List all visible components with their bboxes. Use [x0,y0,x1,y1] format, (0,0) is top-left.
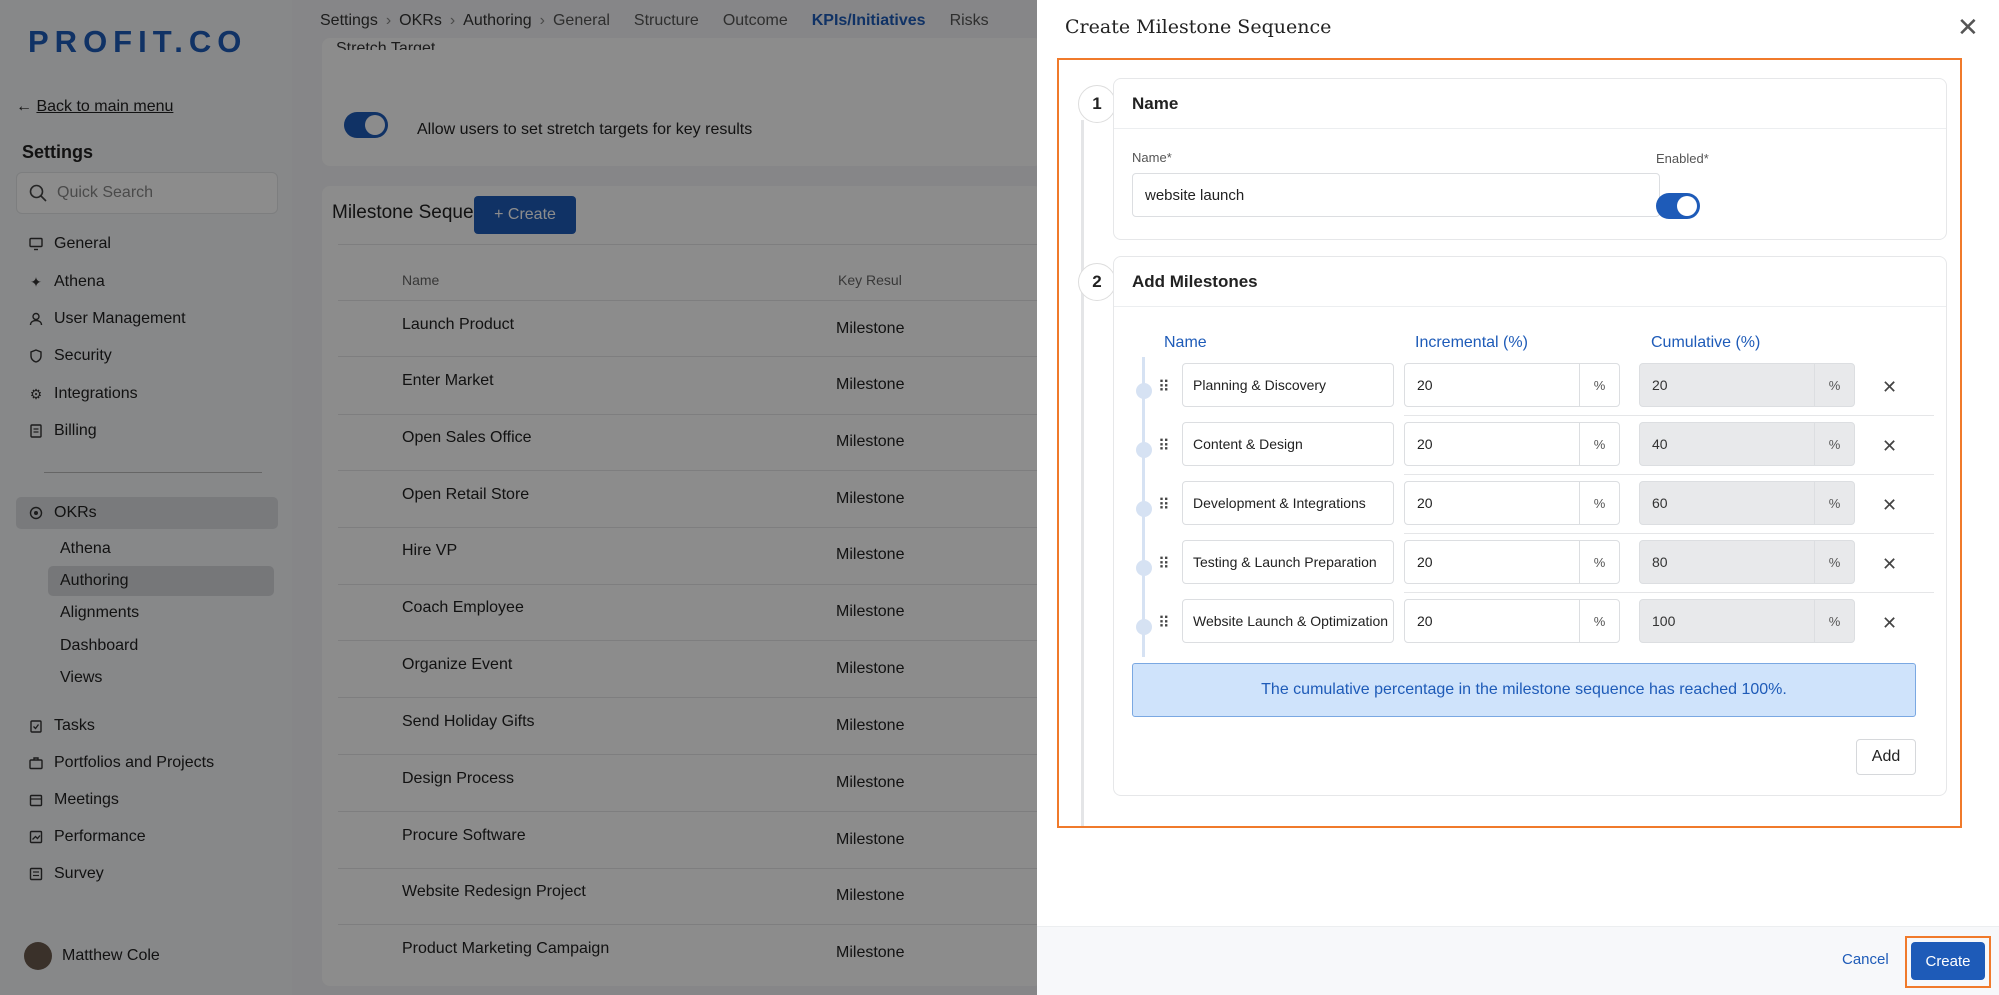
row-divider [1404,415,1934,416]
percent-unit: % [1579,364,1619,406]
info-banner: The cumulative percentage in the milesto… [1132,663,1916,717]
delete-milestone-icon[interactable]: ✕ [1882,495,1897,516]
delete-milestone-icon[interactable]: ✕ [1882,436,1897,457]
drawer-footer: Cancel Create [1037,926,1999,995]
percent-unit: % [1814,423,1854,465]
delete-milestone-icon[interactable]: ✕ [1882,377,1897,398]
incremental-value: 20 [1417,436,1433,452]
drag-handle-icon[interactable]: ⠿ [1158,554,1170,574]
milestone-row: ⠿ Development & Integrations 20% 60% ✕ [1114,481,1948,539]
step-number-1: 1 [1078,85,1116,123]
close-icon[interactable]: ✕ [1957,14,1979,40]
step-number-2: 2 [1078,263,1116,301]
milestone-col-name: Name [1164,334,1207,351]
cumulative-field: 80% [1639,540,1855,584]
sequence-name-input[interactable]: website launch [1132,173,1660,217]
incremental-input[interactable]: 20% [1404,363,1620,407]
percent-unit: % [1579,600,1619,642]
enabled-field-label: Enabled* [1656,151,1709,166]
milestone-dot [1136,501,1152,517]
required-mark: * [1166,150,1172,165]
add-milestones-section: Add Milestones Name Incremental (%) Cumu… [1113,256,1947,796]
percent-unit: % [1814,600,1854,642]
incremental-value: 20 [1417,554,1433,570]
row-divider [1404,592,1934,593]
milestone-name-input[interactable]: Testing & Launch Preparation [1182,540,1394,584]
milestone-row: ⠿ Planning & Discovery 20% 20% ✕ [1114,363,1948,421]
milestone-dot [1136,442,1152,458]
add-milestones-title: Add Milestones [1114,257,1946,307]
incremental-input[interactable]: 20% [1404,422,1620,466]
add-milestone-button[interactable]: Add [1856,739,1916,775]
milestone-name-input[interactable]: Content & Design [1182,422,1394,466]
percent-unit: % [1579,541,1619,583]
incremental-value: 20 [1417,613,1433,629]
incremental-value: 20 [1417,495,1433,511]
incremental-input[interactable]: 20% [1404,540,1620,584]
milestone-dot [1136,619,1152,635]
milestone-name-input[interactable]: Website Launch & Optimization [1182,599,1394,643]
cumulative-value: 20 [1652,377,1668,393]
milestone-col-incremental: Incremental (%) [1415,334,1528,351]
name-field-label-text: Name [1132,150,1167,165]
cumulative-value: 100 [1652,613,1676,629]
cumulative-field: 40% [1639,422,1855,466]
milestone-name-input[interactable]: Development & Integrations [1182,481,1394,525]
name-section-title: Name [1114,79,1946,129]
percent-unit: % [1814,541,1854,583]
enabled-toggle[interactable] [1656,193,1700,219]
incremental-value: 20 [1417,377,1433,393]
modal-backdrop[interactable] [0,0,1037,995]
milestone-dot [1136,560,1152,576]
create-button[interactable]: Create [1911,942,1985,980]
drag-handle-icon[interactable]: ⠿ [1158,495,1170,515]
milestone-name-input[interactable]: Planning & Discovery [1182,363,1394,407]
milestone-row: ⠿ Website Launch & Optimization 20% 100%… [1114,599,1948,657]
cumulative-value: 40 [1652,436,1668,452]
drawer-title: Create Milestone Sequence [1065,16,1332,38]
cumulative-field: 100% [1639,599,1855,643]
row-divider [1404,533,1934,534]
incremental-input[interactable]: 20% [1404,599,1620,643]
name-section: Name Name* Enabled* website launch [1113,78,1947,240]
cumulative-value: 80 [1652,554,1668,570]
percent-unit: % [1814,364,1854,406]
stepper-line [1081,120,1084,826]
cancel-button[interactable]: Cancel [1842,951,1889,968]
create-milestone-drawer: Create Milestone Sequence ✕ 1 Name Name*… [1037,0,1999,995]
drag-handle-icon[interactable]: ⠿ [1158,377,1170,397]
delete-milestone-icon[interactable]: ✕ [1882,554,1897,575]
percent-unit: % [1814,482,1854,524]
incremental-input[interactable]: 20% [1404,481,1620,525]
milestone-row: ⠿ Testing & Launch Preparation 20% 80% ✕ [1114,540,1948,598]
percent-unit: % [1579,482,1619,524]
cumulative-field: 20% [1639,363,1855,407]
enabled-field-label-text: Enabled [1656,151,1704,166]
cumulative-value: 60 [1652,495,1668,511]
row-divider [1404,474,1934,475]
milestone-dot [1136,383,1152,399]
cumulative-field: 60% [1639,481,1855,525]
drag-handle-icon[interactable]: ⠿ [1158,613,1170,633]
milestone-col-cumulative: Cumulative (%) [1651,334,1761,351]
required-mark: * [1703,151,1709,166]
delete-milestone-icon[interactable]: ✕ [1882,613,1897,634]
name-field-label: Name* [1132,150,1172,165]
milestone-row: ⠿ Content & Design 20% 40% ✕ [1114,422,1948,480]
drag-handle-icon[interactable]: ⠿ [1158,436,1170,456]
percent-unit: % [1579,423,1619,465]
